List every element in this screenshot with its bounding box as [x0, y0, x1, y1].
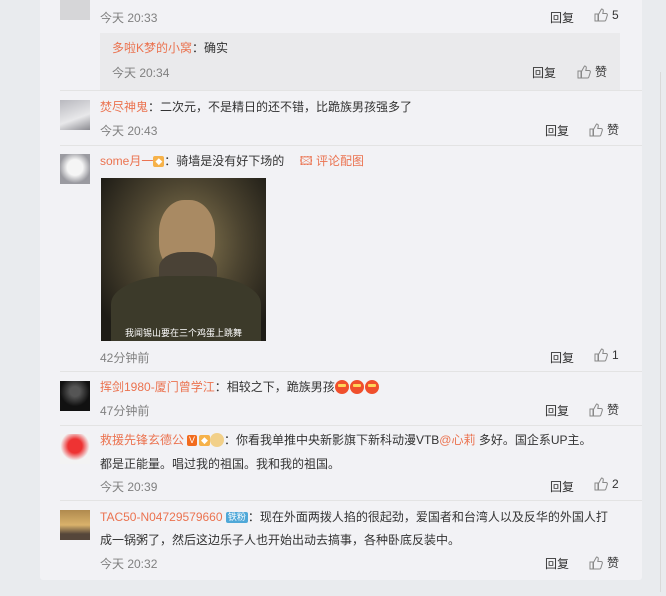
reply-button[interactable]: 回复 [545, 555, 569, 572]
like-label: 赞 [595, 65, 608, 79]
divider [60, 145, 642, 146]
reply-button[interactable]: 回复 [550, 478, 574, 495]
dog-emoji [209, 433, 224, 447]
like-count: 5 [612, 8, 619, 22]
divider [60, 90, 642, 91]
angry-emoji [334, 380, 349, 394]
user-name[interactable]: 挥剑1980-厦门曾学江 [100, 380, 215, 394]
reply-button[interactable]: 回复 [545, 122, 569, 139]
comment-text: 挥剑1980-厦门曾学江：相较之下，跪族男孩 [100, 378, 380, 396]
comment-text: 焚尽神鬼：二次元，不是精日的还不错，比跪族男孩强多了 [100, 100, 413, 114]
comment-text-line2: 都是正能量。唱过我的祖国。我和我的祖国。 [100, 457, 341, 471]
comment-time: 42分钟前 [100, 351, 150, 365]
user-name[interactable]: 焚尽神鬼 [100, 100, 148, 114]
thumbs-up-icon [594, 348, 608, 362]
reply-button[interactable]: 回复 [550, 349, 574, 366]
avatar[interactable] [60, 0, 90, 20]
like-count: 2 [612, 477, 619, 491]
comment-time: 今天 20:39 [100, 480, 158, 494]
sub-reply-text: 多啦K梦的小窝：确实 [112, 41, 229, 55]
reply-button[interactable]: 回复 [545, 402, 569, 419]
angry-emoji [349, 380, 364, 394]
divider [660, 72, 661, 592]
like-button[interactable]: 赞 [589, 554, 619, 571]
sub-reply-time: 今天 20:34 [112, 66, 170, 80]
comment-text: 救援先锋玄德公 V ◆ ：你看我单推中央新影旗下新科动漫VTB@心莉 多好。国企系UP… [100, 433, 592, 447]
divider [60, 500, 642, 501]
thumbs-up-icon [594, 477, 608, 491]
avatar[interactable] [60, 154, 90, 184]
user-name[interactable]: TAC50-N04729579660 [100, 510, 223, 524]
comment-time: 今天 20:33 [100, 11, 158, 25]
user-name[interactable]: 多啦K梦的小窝 [112, 41, 192, 55]
thumbs-up-icon [577, 64, 591, 78]
divider [60, 425, 642, 426]
comment-time: 今天 20:32 [100, 557, 158, 571]
comment-time: 47分钟前 [100, 404, 150, 418]
thumbs-up-icon [589, 122, 603, 136]
like-button[interactable]: 1 [594, 348, 619, 362]
like-count: 1 [612, 348, 619, 362]
fan-badge: 铁粉 [225, 512, 248, 523]
like-label: 赞 [607, 403, 620, 417]
image-caption: 我闻锡山要在三个鸡蛋上跳舞 [124, 328, 242, 338]
avatar[interactable] [60, 434, 90, 464]
verified-badge: V [187, 435, 198, 446]
reply-button[interactable]: 回复 [532, 64, 556, 81]
vip-badge: ◆ [153, 156, 165, 167]
user-name[interactable]: some月一 [100, 154, 153, 168]
like-button[interactable]: 赞 [589, 121, 619, 138]
image-icon: 🖾 [299, 154, 313, 168]
comment-text: TAC50-N04729579660 铁粉 ：现在外面两拨人掐的很起劲，爱国者和台… [100, 510, 608, 524]
like-label: 赞 [607, 123, 620, 137]
like-label: 赞 [607, 556, 620, 570]
like-button[interactable]: 赞 [577, 63, 607, 80]
like-button[interactable]: 2 [594, 477, 619, 491]
comment-text-line2: 成一锅粥了，然后这边乐子人也开始出动去搞事，各种卧底反装中。 [100, 533, 461, 547]
vip-badge: ◆ [199, 435, 210, 446]
comment-text: some月一 ◆ ：骑墙是没有好下场的 🖾 评论配图 [100, 154, 365, 168]
comment-time: 今天 20:43 [100, 124, 158, 138]
user-name[interactable]: 救援先锋玄德公 [100, 433, 184, 447]
divider [60, 371, 642, 372]
avatar[interactable] [60, 510, 90, 540]
comment-image[interactable]: 我闻锡山要在三个鸡蛋上跳舞 [101, 178, 266, 341]
comment-image-link[interactable]: 评论配图 [316, 154, 364, 168]
thumbs-up-icon [589, 555, 603, 569]
thumbs-up-icon [594, 8, 608, 22]
thumbs-up-icon [589, 402, 603, 416]
reply-button[interactable]: 回复 [550, 9, 574, 26]
like-button[interactable]: 赞 [589, 401, 619, 418]
like-button[interactable]: 5 [594, 8, 619, 22]
avatar[interactable] [60, 381, 90, 411]
angry-emoji [364, 380, 379, 394]
mention-link[interactable]: @心莉 [439, 433, 475, 447]
avatar[interactable] [60, 100, 90, 130]
